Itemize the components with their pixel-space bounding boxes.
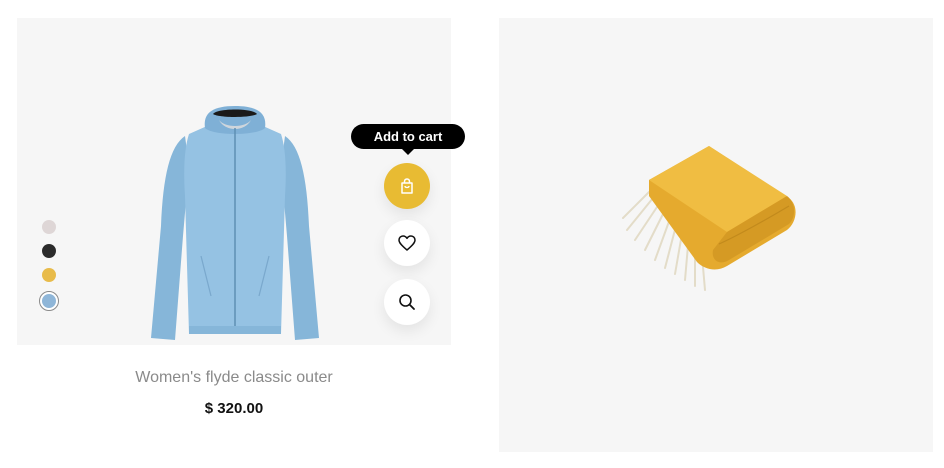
swatch-black[interactable]: [42, 244, 56, 258]
blanket-image: [622, 146, 796, 291]
heart-icon: [398, 235, 416, 251]
product-title[interactable]: Women's flyde classic outer: [17, 369, 451, 387]
search-icon: [399, 294, 415, 310]
product-media[interactable]: Add to cart: [17, 18, 465, 345]
add-to-wishlist-button[interactable]: [384, 220, 430, 266]
swatch-beige[interactable]: [42, 220, 56, 234]
product-price: $ 320.00: [204, 400, 264, 417]
add-to-cart-button[interactable]: [384, 163, 430, 209]
product-card-outer[interactable]: Add to cart Women's flyde classic outer …: [17, 18, 465, 458]
swatch-yellow[interactable]: [42, 268, 56, 282]
shopping-bag-icon: [401, 178, 413, 194]
quick-view-button[interactable]: [384, 279, 430, 325]
product-card-blanket[interactable]: [499, 18, 933, 452]
add-to-cart-tooltip: Add to cart: [351, 124, 465, 155]
swatch-blue-selected[interactable]: [39, 291, 59, 311]
jacket-image: [151, 106, 319, 340]
swatch-blue-fill: [42, 294, 56, 308]
